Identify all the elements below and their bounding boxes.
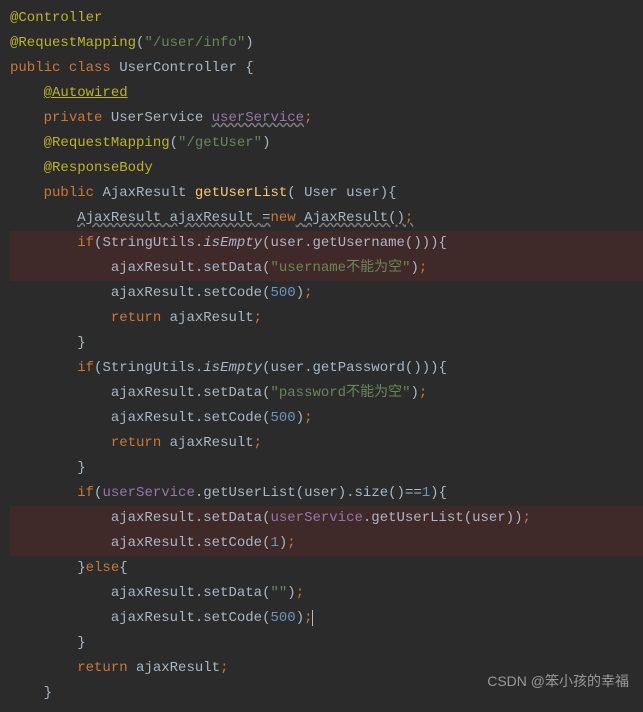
- param-name: user: [346, 185, 380, 201]
- code-line: }: [10, 331, 643, 356]
- number: 500: [270, 285, 295, 301]
- type: User: [304, 185, 338, 201]
- code-line: @ResponseBody: [10, 156, 643, 181]
- code-line: @Autowired: [10, 81, 643, 106]
- text-cursor: [312, 610, 313, 626]
- code-line: ajaxResult.setData("password不能为空");: [10, 381, 643, 406]
- keyword: if: [77, 235, 94, 251]
- code-line: ajaxResult.setData("username不能为空");: [10, 256, 643, 281]
- code-line: return ajaxResult;: [10, 431, 643, 456]
- code-line: if(StringUtils.isEmpty(user.getPassword(…: [10, 356, 643, 381]
- code-line: @RequestMapping("/getUser"): [10, 131, 643, 156]
- annotation: @RequestMapping: [10, 35, 136, 51]
- code-line: }: [10, 456, 643, 481]
- keyword: else: [86, 560, 120, 576]
- code-line: }: [10, 631, 643, 656]
- annotation: @Autowired: [44, 85, 128, 101]
- class-name: UserController: [119, 60, 237, 76]
- watermark-text: CSDN @笨小孩的幸福: [487, 669, 629, 694]
- code-line: if(userService.getUserList(user).size()=…: [10, 481, 643, 506]
- code-line: if(StringUtils.isEmpty(user.getUsername(…: [10, 231, 643, 256]
- keyword: private: [44, 110, 103, 126]
- keyword: return: [77, 660, 127, 676]
- type: AjaxResult: [102, 185, 186, 201]
- code-line: }else{: [10, 556, 643, 581]
- code-line: ajaxResult.setData("");: [10, 581, 643, 606]
- field: userService: [212, 110, 304, 126]
- code-line: ajaxResult.setCode(500);: [10, 406, 643, 431]
- code-line: public class UserController {: [10, 56, 643, 81]
- string-literal: "username不能为空": [270, 260, 410, 276]
- code-line: @RequestMapping("/user/info"): [10, 31, 643, 56]
- code-line: return ajaxResult;: [10, 306, 643, 331]
- keyword: return: [111, 435, 161, 451]
- keyword: return: [111, 310, 161, 326]
- number: 500: [270, 410, 295, 426]
- string-literal: "/getUser": [178, 135, 262, 151]
- code-line: ajaxResult.setCode(500);: [10, 606, 643, 631]
- string-literal: "password不能为空": [270, 385, 410, 401]
- code-editor[interactable]: @Controller @RequestMapping("/user/info"…: [0, 0, 643, 712]
- code-line: AjaxResult ajaxResult =new AjaxResult();: [10, 206, 643, 231]
- string-literal: "/user/info": [144, 35, 245, 51]
- field: userService: [270, 510, 362, 526]
- keyword: class: [69, 60, 111, 76]
- annotation: @RequestMapping: [44, 135, 170, 151]
- string-literal: "": [270, 585, 287, 601]
- keyword: new: [270, 210, 295, 226]
- keyword: public: [44, 185, 94, 201]
- number: 1: [270, 535, 278, 551]
- field: userService: [102, 485, 194, 501]
- number: 500: [270, 610, 295, 626]
- code-line: ajaxResult.setCode(1);: [10, 531, 643, 556]
- code-line: public AjaxResult getUserList( User user…: [10, 181, 643, 206]
- type: UserService: [111, 110, 203, 126]
- annotation: @Controller: [10, 10, 102, 26]
- annotation: @ResponseBody: [44, 160, 153, 176]
- keyword: if: [77, 360, 94, 376]
- number: 1: [422, 485, 430, 501]
- keyword: public: [10, 60, 60, 76]
- code-line: ajaxResult.setData(userService.getUserLi…: [10, 506, 643, 531]
- method-name: getUserList: [195, 185, 287, 201]
- code-line: ajaxResult.setCode(500);: [10, 281, 643, 306]
- code-line: private UserService userService;: [10, 106, 643, 131]
- keyword: if: [77, 485, 94, 501]
- code-line: @Controller: [10, 6, 643, 31]
